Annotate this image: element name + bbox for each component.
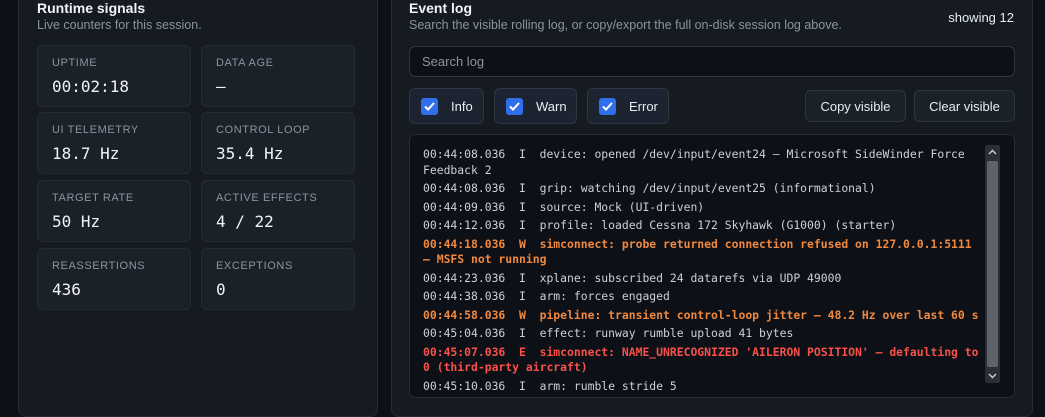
log-lines: 00:44:08.036 I device: opened /dev/input… — [423, 147, 985, 397]
log-line: 00:44:12.036 I profile: loaded Cessna 17… — [423, 218, 897, 232]
event-log-title: Event log — [409, 0, 473, 16]
event-log-subtitle: Search the visible rolling log, or copy/… — [409, 18, 842, 32]
stat-value: 18.7 Hz — [52, 144, 120, 163]
check-icon — [506, 97, 523, 115]
stat-value: 35.4 Hz — [216, 144, 284, 163]
log-line: 00:44:08.036 I device: opened /dev/input… — [423, 147, 972, 177]
stat-value: 00:02:18 — [52, 77, 130, 96]
log-scrollbar[interactable] — [985, 145, 1000, 383]
stat-card-reassertions: REASSERTIONS 436 — [37, 248, 191, 310]
log-line: 00:44:18.036 W simconnect: probe returne… — [423, 236, 979, 267]
filter-info-label: Info — [451, 98, 473, 114]
filter-warn-label: Warn — [536, 98, 567, 114]
stat-label: CONTROL LOOP — [216, 124, 311, 136]
stat-label: UI TELEMETRY — [52, 124, 139, 136]
stat-card-data-age: DATA AGE — — [201, 45, 355, 107]
event-log-output[interactable]: 00:44:08.036 I device: opened /dev/input… — [409, 134, 1015, 398]
filter-error-label: Error — [629, 98, 658, 114]
stat-label: ACTIVE EFFECTS — [216, 192, 318, 204]
filter-error-checkbox[interactable]: Error — [587, 88, 669, 124]
stat-card-control-loop: CONTROL LOOP 35.4 Hz — [201, 112, 355, 174]
log-line: 00:44:08.036 I grip: watching /dev/input… — [423, 181, 876, 195]
log-line: 00:44:58.036 W pipeline: transient contr… — [423, 307, 979, 322]
clear-visible-button[interactable]: Clear visible — [914, 90, 1015, 122]
stat-card-ui-telemetry: UI TELEMETRY 18.7 Hz — [37, 112, 191, 174]
copy-visible-button[interactable]: Copy visible — [805, 90, 906, 122]
stat-card-active-effects: ACTIVE EFFECTS 4 / 22 — [201, 180, 355, 242]
stat-label: UPTIME — [52, 57, 98, 69]
filter-info-checkbox[interactable]: Info — [409, 88, 484, 124]
stat-label: REASSERTIONS — [52, 260, 146, 272]
stat-label: DATA AGE — [216, 57, 274, 69]
scroll-down-icon[interactable] — [985, 369, 1000, 383]
log-line: 00:44:09.036 I source: Mock (UI-driven) — [423, 199, 705, 214]
stat-card-exceptions: EXCEPTIONS 0 — [201, 248, 355, 310]
scroll-thumb[interactable] — [987, 161, 998, 367]
runtime-signals-title: Runtime signals — [37, 0, 146, 16]
log-line: 00:45:10.036 I arm: rumble stride 5 — [423, 378, 677, 393]
filter-warn-checkbox[interactable]: Warn — [494, 88, 577, 124]
search-log-input[interactable] — [409, 46, 1015, 77]
stat-value: 4 / 22 — [216, 212, 274, 231]
check-icon — [599, 97, 616, 115]
log-line: 00:45:04.036 I effect: runway rumble upl… — [423, 326, 794, 340]
stat-label: EXCEPTIONS — [216, 260, 293, 272]
stat-value: — — [216, 77, 226, 96]
scroll-up-icon[interactable] — [985, 145, 1000, 159]
check-icon — [421, 97, 438, 115]
showing-count: showing 12 — [948, 10, 1014, 25]
stat-value: 0 — [216, 280, 226, 299]
stat-value: 436 — [52, 280, 81, 299]
log-line: 00:45:07.036 E simconnect: NAME_UNRECOGN… — [423, 344, 986, 375]
stat-label: TARGET RATE — [52, 192, 134, 204]
log-line: 00:44:38.036 I arm: forces engaged — [423, 289, 670, 303]
runtime-signals-subtitle: Live counters for this session. — [37, 18, 202, 32]
stat-card-uptime: UPTIME 00:02:18 — [37, 45, 191, 107]
stat-value: 50 Hz — [52, 212, 101, 231]
stat-card-target-rate: TARGET RATE 50 Hz — [37, 180, 191, 242]
log-line: 00:44:23.036 I xplane: subscribed 24 dat… — [423, 270, 842, 285]
